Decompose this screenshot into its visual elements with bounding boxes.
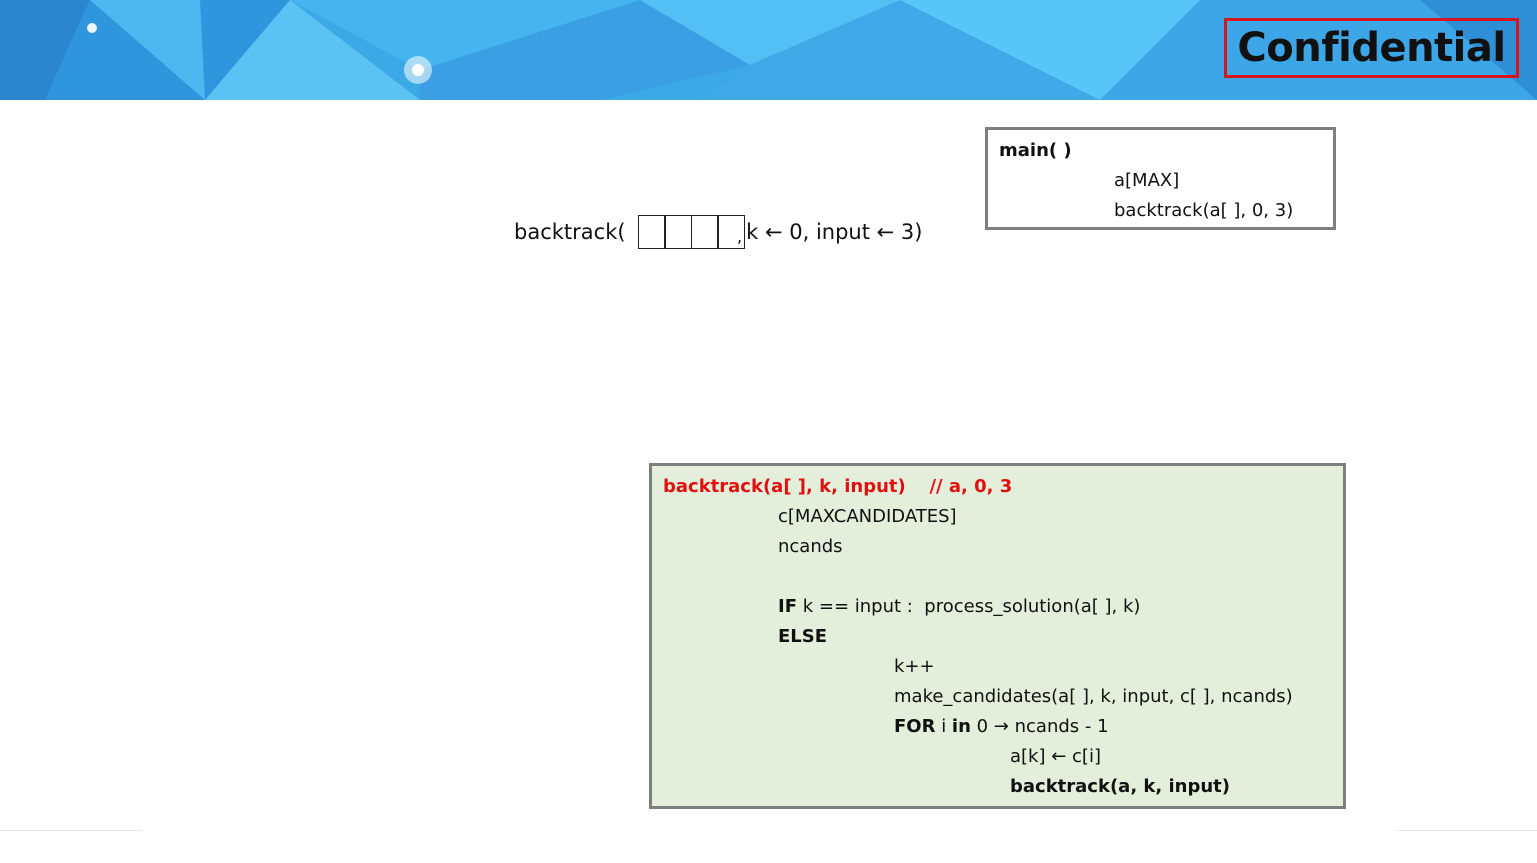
code-else-line: ELSE — [778, 626, 827, 647]
array-cell — [664, 215, 693, 249]
footer-divider-right — [1397, 830, 1537, 831]
code-increment: k++ — [894, 656, 935, 677]
code-if-keyword: IF — [778, 596, 797, 617]
code-for-var: i — [935, 716, 952, 737]
footer-divider-left — [0, 830, 142, 831]
code-for-range: 0 → ncands - 1 — [970, 716, 1109, 737]
backtrack-call: backtrack( , k ← 0, input ← 3) — [514, 214, 922, 250]
code-signature-line: backtrack(a[ ], k, input) // a, 0, 3 — [663, 476, 1012, 497]
code-make-candidates: make_candidates(a[ ], k, input, c[ ], nc… — [894, 686, 1293, 707]
main-function-box: main( ) a[MAX] backtrack(a[ ], 0, 3) — [985, 127, 1336, 230]
backtrack-code-box: backtrack(a[ ], k, input) // a, 0, 3 c[M… — [649, 463, 1346, 809]
code-assign: a[k] ← c[i] — [1010, 746, 1101, 767]
code-comment: // a, 0, 3 — [929, 476, 1013, 497]
code-if-body: k == input : process_solution(a[ ], k) — [797, 596, 1141, 617]
header-banner: Confidential — [0, 0, 1537, 100]
main-line-call: backtrack(a[ ], 0, 3) — [1114, 200, 1294, 221]
call-prefix: backtrack( — [514, 220, 626, 244]
code-recurse: backtrack(a, k, input) — [1010, 776, 1231, 797]
call-suffix: k ← 0, input ← 3) — [746, 220, 923, 244]
array-cell — [690, 215, 719, 249]
confidential-badge: Confidential — [1224, 18, 1519, 78]
code-in-keyword: in — [951, 716, 971, 737]
code-for-keyword: FOR — [894, 716, 936, 737]
code-decl-candidates: c[MAXCANDIDATES] — [778, 506, 957, 527]
main-title: main( ) — [999, 140, 1072, 161]
array-cell — [637, 215, 666, 249]
code-signature: backtrack(a[ ], k, input) — [663, 476, 906, 497]
confidential-label: Confidential — [1237, 25, 1506, 71]
array-diagram — [637, 215, 746, 249]
main-line-array: a[MAX] — [1114, 170, 1180, 191]
call-comma: , — [737, 226, 743, 246]
code-decl-ncands: ncands — [778, 536, 843, 557]
code-else-keyword: ELSE — [778, 626, 828, 647]
code-for-line: FOR i in 0 → ncands - 1 — [894, 716, 1109, 737]
code-if-line: IF k == input : process_solution(a[ ], k… — [778, 596, 1140, 617]
